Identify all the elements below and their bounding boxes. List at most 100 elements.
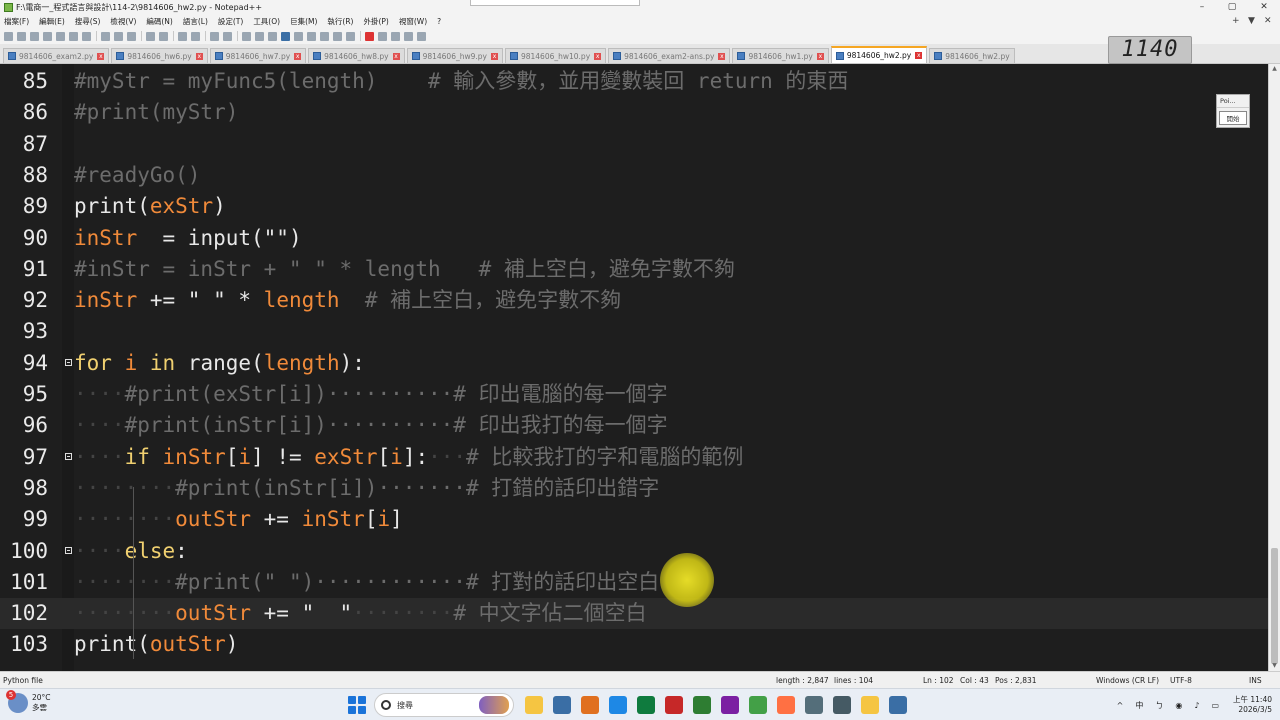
start-windows-icon[interactable] <box>348 696 366 714</box>
code-line[interactable]: 94 for i in range(length): <box>0 348 1268 379</box>
cut-icon[interactable] <box>101 31 110 41</box>
code-editor[interactable]: 85 #myStr = myFunc5(length) # 輸入參數，並用變數裝回… <box>0 64 1268 671</box>
floating-panel[interactable]: Poi... 開始 <box>1216 94 1250 128</box>
xbox-icon[interactable] <box>749 696 767 714</box>
stop-macro-icon[interactable] <box>378 31 387 41</box>
add-tab-button[interactable]: + <box>1232 14 1240 28</box>
battery-icon[interactable]: ▭ <box>1211 701 1219 710</box>
redo-icon[interactable] <box>159 31 168 41</box>
menu-settings[interactable]: 設定(T) <box>218 16 243 27</box>
taskbar-search-box[interactable]: 搜尋 <box>374 693 514 717</box>
save-all-icon[interactable] <box>43 31 52 41</box>
taskbar-clock[interactable]: 上午 11:40 2026/3/5 <box>1233 695 1272 715</box>
tab-close-icon[interactable]: x <box>392 52 400 60</box>
snipping-tool-icon[interactable] <box>889 696 907 714</box>
menu-plugins[interactable]: 外掛(P) <box>363 16 388 27</box>
code-line[interactable]: 90 inStr = input("") <box>0 223 1268 254</box>
code-line[interactable]: 101 ········#print(" ")············# 打對的話… <box>0 567 1268 598</box>
close-button[interactable]: ✕ <box>1250 0 1278 14</box>
record-macro-icon[interactable] <box>365 31 374 41</box>
menu-window[interactable]: 視窗(W) <box>399 16 427 27</box>
code-line[interactable]: 89 print(exStr) <box>0 191 1268 222</box>
tab-list-dropdown[interactable]: ▼ <box>1248 14 1255 28</box>
menu-view[interactable]: 檢視(V) <box>110 16 136 27</box>
ime-mode-indicator[interactable]: ㄅ <box>1155 700 1163 711</box>
code-line[interactable]: 99 ········outStr += inStr[i] <box>0 504 1268 535</box>
tab-close-icon[interactable]: x <box>718 52 726 60</box>
save-icon[interactable] <box>30 31 39 41</box>
indent-guide-icon[interactable] <box>281 31 290 41</box>
code-line[interactable]: 93 <box>0 316 1268 347</box>
code-line[interactable]: 98 ········#print(inStr[i])·······# 打錯的話印… <box>0 473 1268 504</box>
code-line[interactable]: 92 inStr += " " * length # 補上空白，避免字數不夠 <box>0 285 1268 316</box>
open-file-icon[interactable] <box>17 31 26 41</box>
menu-help[interactable]: ? <box>437 17 441 26</box>
excel-icon[interactable] <box>665 696 683 714</box>
new-file-icon[interactable] <box>4 31 13 41</box>
tab-close-icon[interactable]: x <box>294 52 302 60</box>
code-line[interactable]: 103 print(outStr) <box>0 629 1268 660</box>
acrobat-icon[interactable] <box>693 696 711 714</box>
notepad-plus-plus-taskbar-icon[interactable] <box>777 696 795 714</box>
volume-icon[interactable]: ♪ <box>1194 701 1199 710</box>
zoom-out-icon[interactable] <box>223 31 232 41</box>
fold-toggle-icon[interactable] <box>65 358 72 366</box>
close-document-button[interactable]: ✕ <box>1264 14 1272 28</box>
play-macro-icon[interactable] <box>391 31 400 41</box>
weather-widget[interactable]: 5 20°C 多雲 <box>6 690 51 713</box>
run-macro-multiple-icon[interactable] <box>404 31 413 41</box>
close-all-icon[interactable] <box>69 31 78 41</box>
terminal-icon[interactable] <box>861 696 879 714</box>
tab-9814606-exam2-ans[interactable]: 9814606_exam2-ans.py x <box>608 48 731 63</box>
tab-9814606-hw8[interactable]: 9814606_hw8.py x <box>308 48 405 63</box>
code-line[interactable]: 85 #myStr = myFunc5(length) # 輸入參數，並用變數裝回… <box>0 66 1268 97</box>
monitoring-icon[interactable] <box>346 31 355 41</box>
title-search-box[interactable] <box>470 0 640 6</box>
fold-toggle-icon[interactable] <box>65 452 72 460</box>
code-line[interactable]: 100 ····else: <box>0 536 1268 567</box>
vertical-scrollbar[interactable]: ▲ ▼ <box>1268 64 1280 671</box>
minimize-button[interactable]: – <box>1188 0 1216 14</box>
copy-icon[interactable] <box>114 31 123 41</box>
menu-file[interactable]: 檔案(F) <box>4 16 29 27</box>
menu-language[interactable]: 語言(L) <box>183 16 208 27</box>
widgets-icon[interactable] <box>553 696 571 714</box>
doc-map-icon[interactable] <box>307 31 316 41</box>
tab-9814606-hw1[interactable]: 9814606_hw1.py x <box>732 48 829 63</box>
status-insert-mode[interactable]: INS <box>1249 676 1262 685</box>
menu-search[interactable]: 搜尋(S) <box>75 16 101 27</box>
replace-icon[interactable] <box>191 31 200 41</box>
tab-close-icon[interactable]: x <box>816 52 824 60</box>
code-line[interactable]: 95 ····#print(exStr[i])··········# 印出電腦的每… <box>0 379 1268 410</box>
network-icon[interactable]: ◉ <box>1175 701 1182 710</box>
fold-toggle-icon[interactable] <box>65 546 72 554</box>
status-eol[interactable]: Windows (CR LF) <box>1096 676 1159 685</box>
menu-macro[interactable]: 巨集(M) <box>290 16 317 27</box>
ime-indicator[interactable]: 中 <box>1135 700 1143 711</box>
menu-encoding[interactable]: 編碼(N) <box>146 16 172 27</box>
code-line[interactable]: 96 ····#print(inStr[i])··········# 印出我打的每… <box>0 410 1268 441</box>
maximize-button[interactable]: ▢ <box>1218 0 1246 14</box>
function-list-icon[interactable] <box>320 31 329 41</box>
tab-9814606-hw6[interactable]: 9814606_hw6.py x <box>111 48 208 63</box>
teams-icon[interactable] <box>581 696 599 714</box>
scrollbar-thumb[interactable] <box>1271 548 1278 664</box>
task-view-icon[interactable] <box>525 696 543 714</box>
outlook-icon[interactable] <box>637 696 655 714</box>
firefox-icon[interactable] <box>805 696 823 714</box>
code-line-current[interactable]: 102 ········outStr += " "········# 中文字佔二個… <box>0 598 1268 630</box>
tab-9814606-hw7[interactable]: 9814606_hw7.py x <box>209 48 307 63</box>
tab-9814606-hw9[interactable]: 9814606_hw9.py x <box>406 48 503 63</box>
tray-overflow-icon[interactable]: ^ <box>1117 701 1124 710</box>
code-line[interactable]: 97 ····if inStr[i] != exStr[i]:···# 比較我打的… <box>0 442 1268 473</box>
sync-scroll-icon[interactable] <box>242 31 251 41</box>
tab-9814606-hw2-copy[interactable]: 9814606_hw2.py <box>929 48 1015 63</box>
chrome-icon[interactable] <box>721 696 739 714</box>
paste-icon[interactable] <box>127 31 136 41</box>
print-icon[interactable] <box>82 31 91 41</box>
menu-run[interactable]: 執行(R) <box>327 16 353 27</box>
undo-icon[interactable] <box>146 31 155 41</box>
code-line[interactable]: 86 #print(myStr) <box>0 97 1268 128</box>
tab-9814606-hw10[interactable]: 9814606_hw10.py x <box>504 48 607 63</box>
code-line[interactable]: 91 #inStr = inStr + " " * length # 補上空白，避… <box>0 254 1268 285</box>
